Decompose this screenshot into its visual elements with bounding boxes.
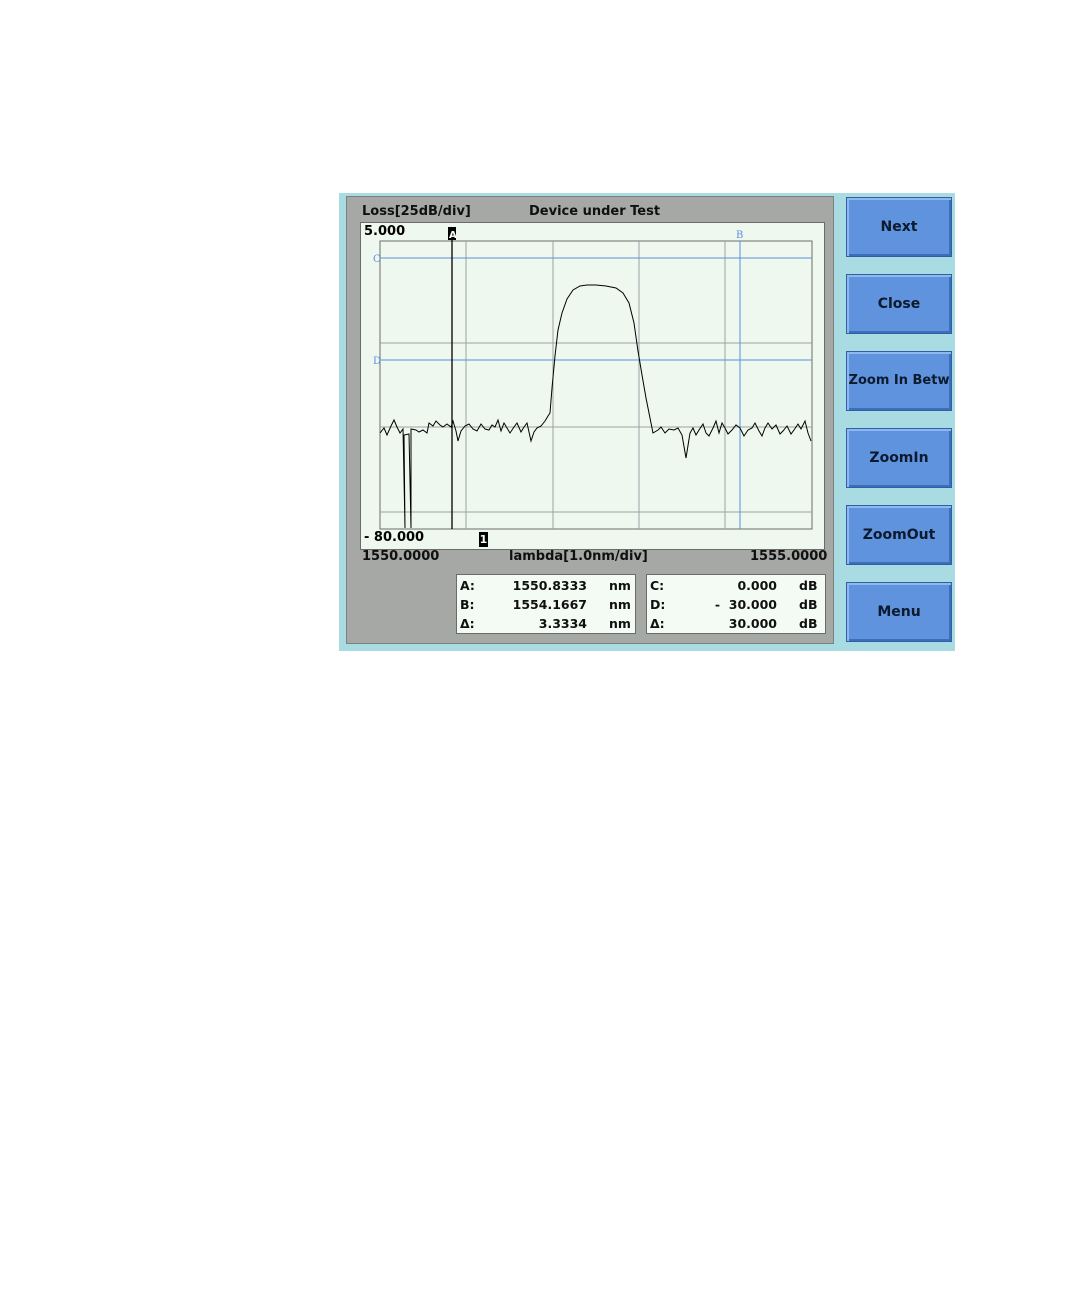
cursor-c-label: C [373, 254, 381, 265]
y-axis-scale-label: Loss[25dB/div] [362, 204, 471, 219]
cursor-b-label: B [736, 230, 743, 241]
readout-row-delta-wavelength: Δ: 3.3334 nm [460, 616, 631, 631]
x-axis-scale-label: lambda[1.0nm/div] [509, 549, 648, 564]
next-button[interactable]: Next [846, 197, 952, 257]
graph-title: Device under Test [529, 204, 661, 219]
graph-panel: Loss[25dB/div] Device under Test C D B A… [346, 196, 834, 644]
readout-row-delta-loss: Δ: 30.000 dB [650, 616, 818, 631]
x-axis-start-value: 1550.0000 [362, 549, 440, 564]
cursor-d-label: D [373, 356, 381, 367]
menu-button[interactable]: Menu [846, 582, 952, 642]
measurement-trace [379, 284, 812, 529]
readout-row-b: B: 1554.1667 nm [460, 597, 631, 612]
zoom-in-between-button[interactable]: Zoom In Betw [846, 351, 952, 411]
y-axis-bottom-value: - 80.000 [364, 530, 425, 545]
close-button[interactable]: Close [846, 274, 952, 334]
instrument-screen: Loss[25dB/div] Device under Test C D B A… [339, 193, 955, 651]
x-axis-end-value: 1555.0000 [750, 549, 828, 564]
zoom-in-button[interactable]: ZoomIn [846, 428, 952, 488]
plot-area[interactable]: C D B A 5.000 - 80.000 [360, 222, 825, 550]
readout-row-c: C: 0.000 dB [650, 578, 818, 593]
zoom-out-button[interactable]: ZoomOut [846, 505, 952, 565]
wavelength-cursor-readout: A: 1550.8333 nm B: 1554.1667 nm Δ: 3.333… [456, 574, 636, 634]
trace-1-marker: 1 [479, 532, 488, 547]
trace-plot[interactable]: C D B A [361, 223, 824, 549]
cursor-a-label: A [449, 230, 457, 241]
plot-frame [379, 240, 813, 530]
readout-row-d: D: - 30.000 dB [650, 597, 818, 612]
y-axis-top-value: 5.000 [364, 224, 406, 239]
readout-row-a: A: 1550.8333 nm [460, 578, 631, 593]
loss-cursor-readout: C: 0.000 dB D: - 30.000 dB Δ: 30.000 dB [646, 574, 826, 634]
